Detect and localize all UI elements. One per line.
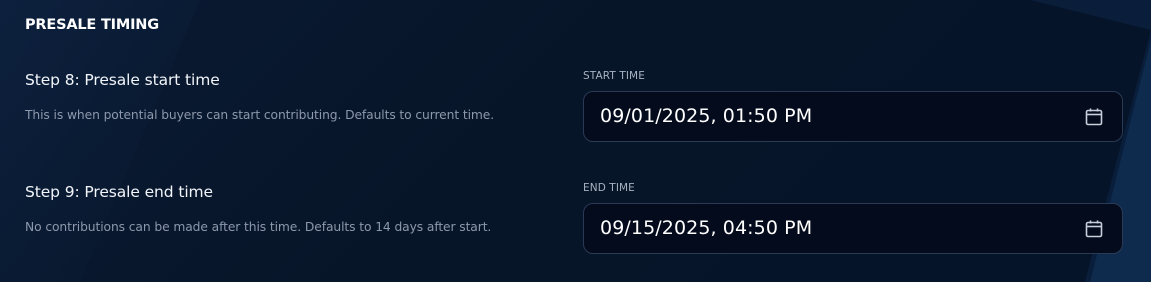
calendar-icon[interactable]	[1084, 219, 1104, 239]
calendar-icon[interactable]	[1084, 107, 1104, 127]
start-time-label: START TIME	[583, 70, 645, 82]
step-end-description-wrap: No contributions can be made after this …	[25, 220, 491, 234]
step-start-description-wrap: This is when potential buyers can start …	[25, 108, 494, 122]
presale-timing-panel: PRESALE TIMING Step 8: Presale start tim…	[0, 0, 1151, 282]
step-description: This is when potential buyers can start …	[25, 108, 495, 122]
start-time-value: 09/01/2025, 01:50 PM	[600, 105, 813, 127]
step-description: No contributions can be made after this …	[25, 220, 492, 234]
end-time-input[interactable]: 09/15/2025, 04:50 PM	[583, 203, 1123, 254]
step-start-time: Step 8: Presale start time	[25, 71, 220, 89]
end-time-value: 09/15/2025, 04:50 PM	[600, 217, 813, 239]
step-title: Step 9: Presale end time	[25, 183, 213, 201]
step-title: Step 8: Presale start time	[25, 71, 220, 89]
step-end-time: Step 9: Presale end time	[25, 183, 213, 201]
end-time-label: END TIME	[583, 182, 635, 194]
section-title: PRESALE TIMING	[25, 17, 159, 33]
start-time-input[interactable]: 09/01/2025, 01:50 PM	[583, 91, 1123, 142]
